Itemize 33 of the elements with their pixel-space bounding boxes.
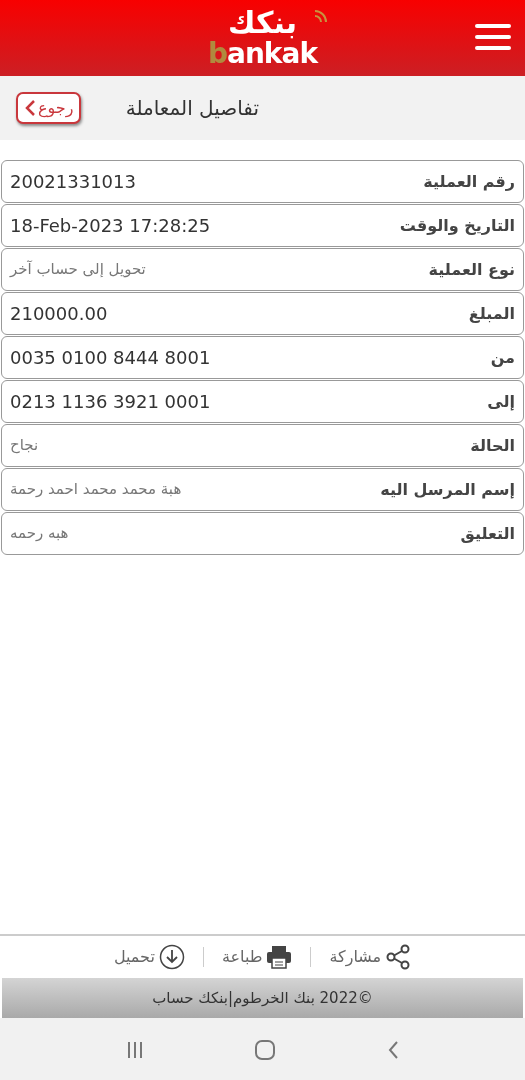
home-icon <box>254 1038 277 1061</box>
detail-value: 0035 0100 8444 8001 <box>10 346 211 370</box>
detail-value: هبة محمد محمد احمد رحمة <box>10 479 182 501</box>
print-button[interactable]: طباعة <box>221 945 293 969</box>
detail-label: من <box>490 346 515 369</box>
detail-value: 210000.00 <box>10 302 108 326</box>
detail-value: 0213 1136 3921 0001 <box>10 390 211 414</box>
detail-label: المبلغ <box>468 302 515 325</box>
detail-label: إلى <box>487 390 515 413</box>
detail-label: الحالة <box>470 434 515 457</box>
detail-value: تحويل إلى حساب آخر <box>10 259 146 281</box>
menu-icon <box>475 22 511 52</box>
menu-button[interactable] <box>475 22 511 52</box>
back-button[interactable]: رجوع <box>16 92 82 124</box>
detail-value: نجاح <box>10 435 39 457</box>
chevron-left-icon <box>24 99 36 117</box>
detail-value: 18-Feb-2023 17:28:25 <box>10 214 211 238</box>
detail-label: التعليق <box>460 522 515 545</box>
detail-label: إسم المرسل اليه <box>380 478 515 501</box>
detail-value: 20021331013 <box>10 170 136 194</box>
home-button[interactable] <box>254 1037 277 1061</box>
download-icon <box>158 944 185 970</box>
detail-label: التاريخ والوقت <box>399 214 515 237</box>
printer-icon <box>266 945 293 969</box>
copyright-text: ©2022 بنك الخرطوم|بنكك حساب <box>152 987 373 1009</box>
page-title: تفاصيل المعاملة <box>125 95 259 122</box>
detail-label: نوع العملية <box>428 258 515 281</box>
detail-label: رقم العملية <box>423 170 515 193</box>
share-icon <box>385 944 412 970</box>
share-button[interactable]: مشاركة <box>329 944 412 970</box>
detail-value: هبه رحمه <box>10 523 69 545</box>
download-button[interactable]: تحميل <box>113 944 185 970</box>
signal-icon <box>313 8 329 24</box>
